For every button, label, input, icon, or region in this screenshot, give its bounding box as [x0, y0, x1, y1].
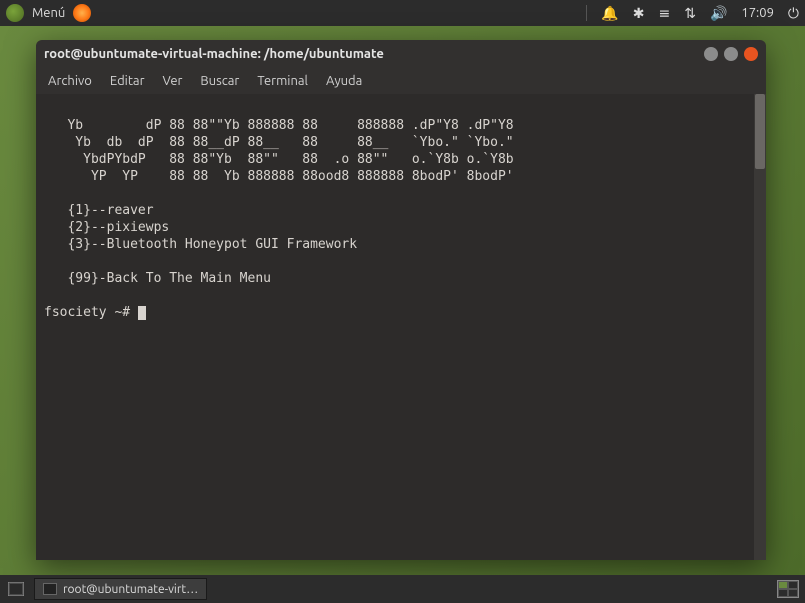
scrollbar-thumb[interactable]	[755, 94, 765, 169]
workspace-4[interactable]	[788, 589, 798, 597]
ascii-line: YP YP 88 88 Yb 888888 88ood8 888888 8bod…	[44, 169, 514, 184]
menu-option: {99}-Back To The Main Menu	[44, 271, 271, 286]
menu-option: {1}--reaver	[44, 203, 154, 218]
terminal-body[interactable]: Yb dP 88 88""Yb 888888 88 888888 .dP"Y8 …	[36, 94, 766, 560]
network-icon[interactable]: ⇅	[684, 5, 696, 22]
workspace-switcher[interactable]	[777, 580, 799, 598]
titlebar[interactable]: root@ubuntumate-virtual-machine: /home/u…	[36, 40, 766, 68]
menu-ver[interactable]: Ver	[163, 74, 183, 88]
menu-icon[interactable]: ≡	[658, 5, 670, 22]
menu-buscar[interactable]: Buscar	[200, 74, 239, 88]
mate-logo-icon[interactable]	[6, 4, 24, 22]
menu-label[interactable]: Menú	[32, 6, 65, 20]
taskbar-item-label: root@ubuntumate-virt…	[63, 583, 198, 596]
tray-separator	[586, 5, 587, 21]
workspace-2[interactable]	[788, 581, 798, 589]
terminal-icon	[43, 583, 57, 595]
menu-terminal[interactable]: Terminal	[257, 74, 308, 88]
ascii-line: Yb db dP 88 88__dP 88__ 88 88__ `Ybo." `…	[44, 135, 514, 150]
prompt: fsociety ~#	[44, 305, 138, 320]
volume-icon[interactable]: 🔊	[710, 5, 727, 22]
workspace-3[interactable]	[778, 589, 788, 597]
menu-option: {3}--Bluetooth Honeypot GUI Framework	[44, 237, 357, 252]
bluetooth-icon[interactable]: ✱	[633, 5, 645, 22]
desktop: root@ubuntumate-virtual-machine: /home/u…	[0, 26, 805, 575]
menu-editar[interactable]: Editar	[110, 74, 145, 88]
ascii-line: YbdPYbdP 88 88"Yb 88"" 88 .o 88"" o.`Y8b…	[44, 152, 514, 167]
clock[interactable]: 17:09	[741, 6, 774, 20]
firefox-icon[interactable]	[73, 4, 91, 22]
minimize-button[interactable]	[704, 47, 718, 61]
scrollbar[interactable]	[754, 94, 766, 560]
bottom-panel: root@ubuntumate-virt…	[0, 575, 805, 603]
terminal-window: root@ubuntumate-virtual-machine: /home/u…	[36, 40, 766, 560]
maximize-button[interactable]	[724, 47, 738, 61]
close-button[interactable]	[744, 47, 758, 61]
power-icon[interactable]: ⏻	[788, 5, 799, 22]
taskbar-item-terminal[interactable]: root@ubuntumate-virt…	[34, 578, 207, 600]
show-desktop-icon[interactable]	[6, 579, 26, 599]
ascii-line: Yb dP 88 88""Yb 888888 88 888888 .dP"Y8 …	[44, 118, 514, 133]
cursor-icon	[138, 306, 146, 320]
window-title: root@ubuntumate-virtual-machine: /home/u…	[44, 47, 698, 61]
top-panel: Menú 🔔 ✱ ≡ ⇅ 🔊 17:09 ⏻	[0, 0, 805, 26]
workspace-1[interactable]	[778, 581, 788, 589]
menu-archivo[interactable]: Archivo	[48, 74, 92, 88]
menu-ayuda[interactable]: Ayuda	[326, 74, 362, 88]
menubar: Archivo Editar Ver Buscar Terminal Ayuda	[36, 68, 766, 94]
bell-icon[interactable]: 🔔	[601, 5, 618, 22]
menu-option: {2}--pixiewps	[44, 220, 169, 235]
